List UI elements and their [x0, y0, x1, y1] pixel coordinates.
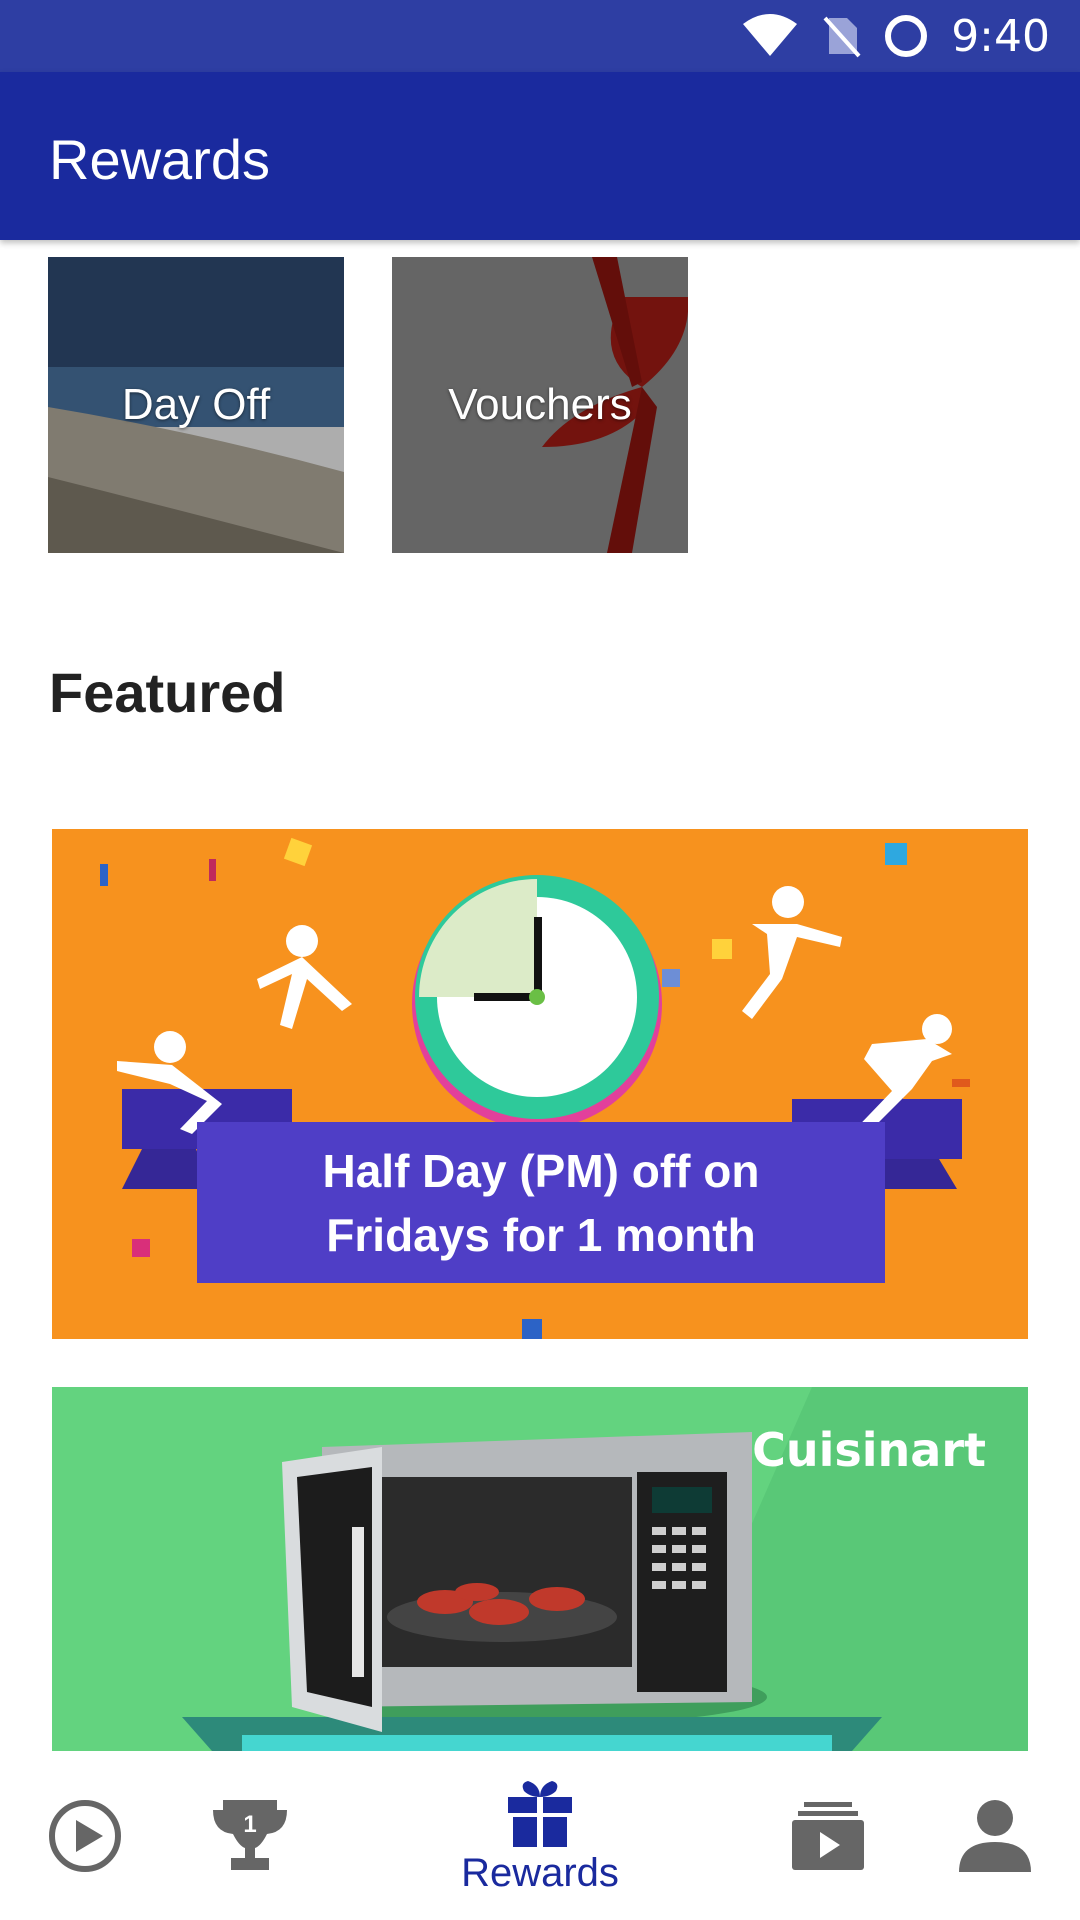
- banner-caption-line1: Half Day (PM) off on: [322, 1144, 760, 1197]
- brand-logo: Cuisinart: [752, 1423, 986, 1477]
- featured-banner-cuisinart[interactable]: Cuisinart: [52, 1387, 1028, 1751]
- trophy-icon: 1: [213, 1800, 287, 1870]
- nav-item-videos[interactable]: [783, 1752, 873, 1920]
- page-title: Rewards: [49, 128, 270, 191]
- status-time: 9:40: [951, 10, 1050, 62]
- banner-caption-line2: Fridays for 1 month: [326, 1208, 756, 1261]
- svg-text:1: 1: [243, 1811, 256, 1838]
- status-bar: 9:40: [0, 0, 1080, 72]
- banner-caption: Half Day (PM) off on Fridays for 1 month: [197, 1122, 885, 1283]
- video-library-icon: [792, 1802, 864, 1870]
- person-icon: [959, 1800, 1031, 1872]
- nav-label-rewards: Rewards: [461, 1850, 619, 1895]
- category-tile-vouchers[interactable]: Vouchers: [392, 257, 688, 553]
- nav-item-profile[interactable]: [950, 1752, 1040, 1920]
- gift-icon: [508, 1780, 572, 1847]
- nav-item-leaderboard[interactable]: 1: [205, 1752, 295, 1920]
- battery-ring-icon: [885, 15, 928, 57]
- featured-banner-half-day[interactable]: Half Day (PM) off on Fridays for 1 month: [52, 829, 1028, 1339]
- nav-item-play[interactable]: [40, 1752, 130, 1920]
- tile-label: Vouchers: [448, 380, 632, 429]
- no-sim-icon: [823, 16, 861, 58]
- tile-label: Day Off: [121, 380, 271, 429]
- play-circle-icon: [49, 1800, 121, 1872]
- nav-item-rewards[interactable]: Rewards: [450, 1752, 630, 1920]
- featured-section-title: Featured: [49, 661, 286, 724]
- category-tile-day-off[interactable]: Day Off: [48, 257, 344, 553]
- wifi-icon: [743, 14, 798, 56]
- bottom-navigation: 1 Rewards: [0, 1752, 1080, 1920]
- app-bar: Rewards: [0, 72, 1080, 240]
- status-icons: 9:40: [741, 0, 1050, 72]
